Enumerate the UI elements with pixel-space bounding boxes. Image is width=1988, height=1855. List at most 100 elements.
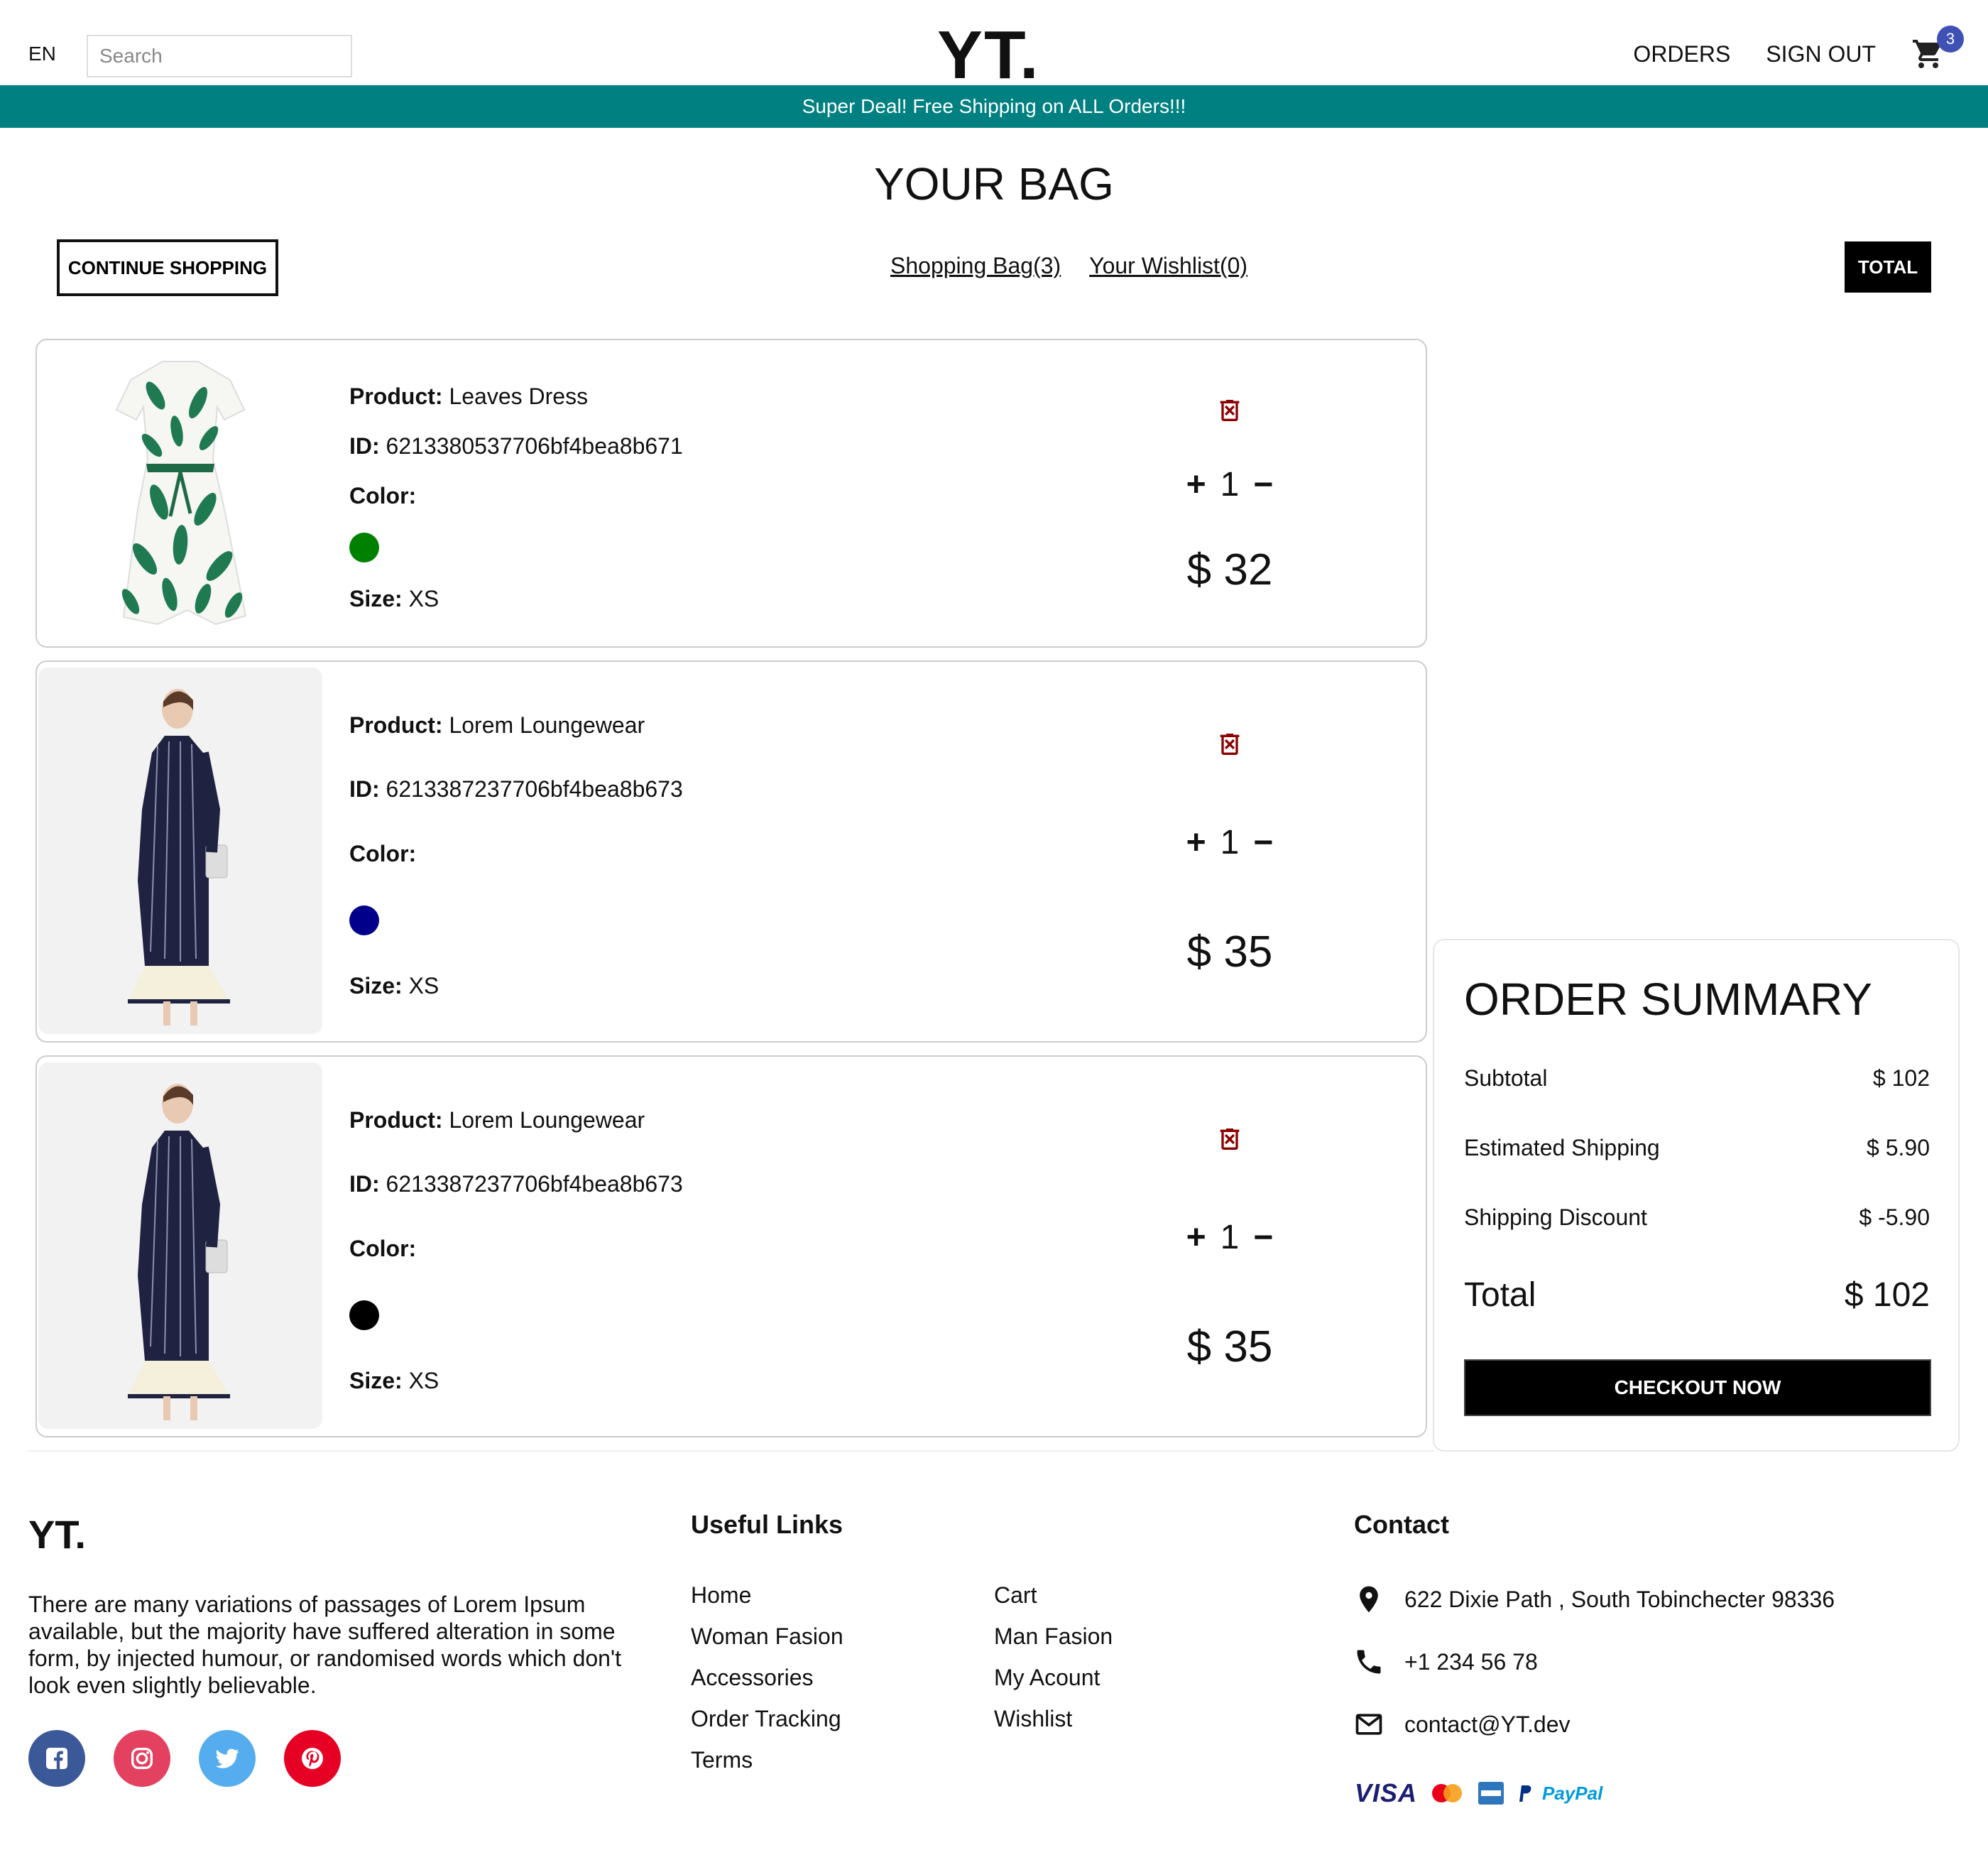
twitter-icon [215,1748,239,1768]
quantity-value: 1 [1220,1218,1240,1256]
color-swatch [349,1300,379,1330]
orders-link[interactable]: ORDERS [1633,41,1730,67]
product-size-row: Size: XS [349,1368,683,1394]
cart-button[interactable]: 3 [1911,26,1964,71]
decrease-quantity-button[interactable]: − [1253,823,1273,862]
product-id: 6213380537706bf4bea8b671 [386,433,683,459]
footer-link-woman-fasion[interactable]: Woman Fasion [691,1623,843,1650]
phone-icon [1357,1650,1381,1674]
footer-logo[interactable]: YT. [28,1511,86,1557]
delete-icon[interactable] [1216,396,1244,425]
contact-address: 622 Dixie Path , South Tobinchecter 9833… [1353,1584,1835,1615]
footer-link-my-acount[interactable]: My Acount [994,1665,1113,1692]
order-summary: ORDER SUMMARY Subtotal $ 102 Estimated S… [1433,939,1960,1452]
quantity-stepper: + 1 − [1186,823,1274,862]
decrease-quantity-button[interactable]: − [1253,1218,1273,1257]
continue-shopping-button[interactable]: CONTINUE SHOPPING [57,239,278,296]
product-label: Product: [349,1106,443,1133]
product-label: Product: [349,383,443,409]
color-label: Color: [349,1235,417,1261]
product-id-row: ID: 6213387237706bf4bea8b673 [349,1171,683,1197]
sign-out-link[interactable]: SIGN OUT [1766,41,1876,67]
subtotal-value: $ 102 [1872,1065,1930,1091]
product-name-row: Product: Lorem Loungewear [349,1107,683,1133]
search-input[interactable] [99,45,356,67]
language-selector[interactable]: EN [28,43,56,65]
footer-link-wishlist[interactable]: Wishlist [994,1706,1113,1733]
email-text[interactable]: contact@YT.dev [1404,1712,1570,1738]
footer-link-home[interactable]: Home [691,1582,843,1609]
mail-icon [1355,1714,1382,1735]
product-size: XS [408,973,439,999]
footer-description: There are many variations of passages of… [28,1592,621,1698]
id-label: ID: [349,1171,380,1197]
facebook-button[interactable] [28,1730,85,1787]
product-price: $ 32 [1186,545,1273,594]
delete-icon[interactable] [1216,730,1244,758]
color-swatch [349,532,379,562]
product-image[interactable] [38,668,322,1034]
discount-value: $ -5.90 [1859,1204,1930,1230]
product-name-row: Product: Lorem Loungewear [349,712,683,739]
product-size-row: Size: XS [349,973,683,999]
cart-item: Product: Lorem Loungewear ID: 6213387237… [36,1055,1427,1437]
size-label: Size: [349,585,403,611]
social-links [28,1730,341,1787]
site-logo[interactable]: YT. [937,21,1040,89]
total-label: Total [1464,1276,1536,1314]
increase-quantity-button[interactable]: + [1186,1218,1206,1257]
visa-logo: VISA [1355,1778,1418,1807]
shipping-label: Estimated Shipping [1464,1135,1660,1160]
product-image[interactable] [38,1062,322,1429]
instagram-icon [131,1748,153,1769]
bag-tabs: Shopping Bag(3) Your Wishlist(0) [890,253,1247,279]
contact-phone: +1 234 56 78 [1353,1646,1538,1677]
product-name-row: Product: Leaves Dress [349,383,683,410]
pinterest-button[interactable] [284,1730,341,1787]
product-price: $ 35 [1186,1322,1273,1372]
decrease-quantity-button[interactable]: − [1253,465,1273,504]
cart-count-badge: 3 [1937,26,1964,53]
shopping-bag-link[interactable]: Shopping Bag(3) [890,253,1061,279]
id-label: ID: [349,433,380,459]
id-label: ID: [349,776,380,803]
increase-quantity-button[interactable]: + [1186,823,1206,862]
useful-links-title: Useful Links [691,1510,843,1539]
footer-link-order-tracking[interactable]: Order Tracking [691,1706,843,1733]
color-swatch [349,905,379,935]
useful-links-column-2: Cart Man Fasion My Acount Wishlist [994,1582,1113,1733]
wishlist-link[interactable]: Your Wishlist(0) [1089,253,1247,279]
search-box[interactable] [87,35,356,77]
increase-quantity-button[interactable]: + [1186,465,1206,504]
footer-link-man-fasion[interactable]: Man Fasion [994,1623,1113,1650]
product-size-row: Size: XS [349,586,683,612]
delete-icon[interactable] [1216,1125,1244,1153]
american-express-icon [1478,1782,1504,1805]
footer-link-cart[interactable]: Cart [994,1582,1113,1609]
footer-link-accessories[interactable]: Accessories [691,1665,843,1692]
quantity-stepper: + 1 − [1186,465,1274,504]
cart-item: Product: Lorem Loungewear ID: 6213387237… [36,660,1427,1043]
navbar: EN YT. ORDERS SIGN OUT 3 [0,0,1988,89]
leaves-dress-image [115,361,247,626]
twitter-button[interactable] [199,1730,256,1787]
product-name: Leaves Dress [449,383,589,409]
payment-methods: VISA PayPal [1355,1778,1602,1808]
phone-text[interactable]: +1 234 56 78 [1404,1649,1538,1675]
paypal-logo: PayPal [1542,1782,1603,1804]
discount-label: Shipping Discount [1464,1204,1647,1230]
product-info: Product: Leaves Dress ID: 6213380537706b… [349,340,683,646]
checkout-button[interactable]: CHECKOUT NOW [1464,1359,1931,1416]
instagram-button[interactable] [114,1730,170,1787]
total-button[interactable]: TOTAL [1845,241,1931,293]
footer-link-terms[interactable]: Terms [691,1747,843,1774]
loungewear-model-image [38,1062,322,1429]
useful-links-column-1: Home Woman Fasion Accessories Order Trac… [691,1582,843,1774]
product-info: Product: Lorem Loungewear ID: 6213387237… [349,1057,683,1436]
shipping-row: Estimated Shipping $ 5.90 [1464,1135,1930,1161]
product-image[interactable] [38,346,322,638]
summary-title: ORDER SUMMARY [1464,974,1872,1025]
subtotal-row: Subtotal $ 102 [1464,1065,1930,1092]
product-id-row: ID: 6213387237706bf4bea8b673 [349,776,683,803]
size-label: Size: [349,1368,403,1394]
